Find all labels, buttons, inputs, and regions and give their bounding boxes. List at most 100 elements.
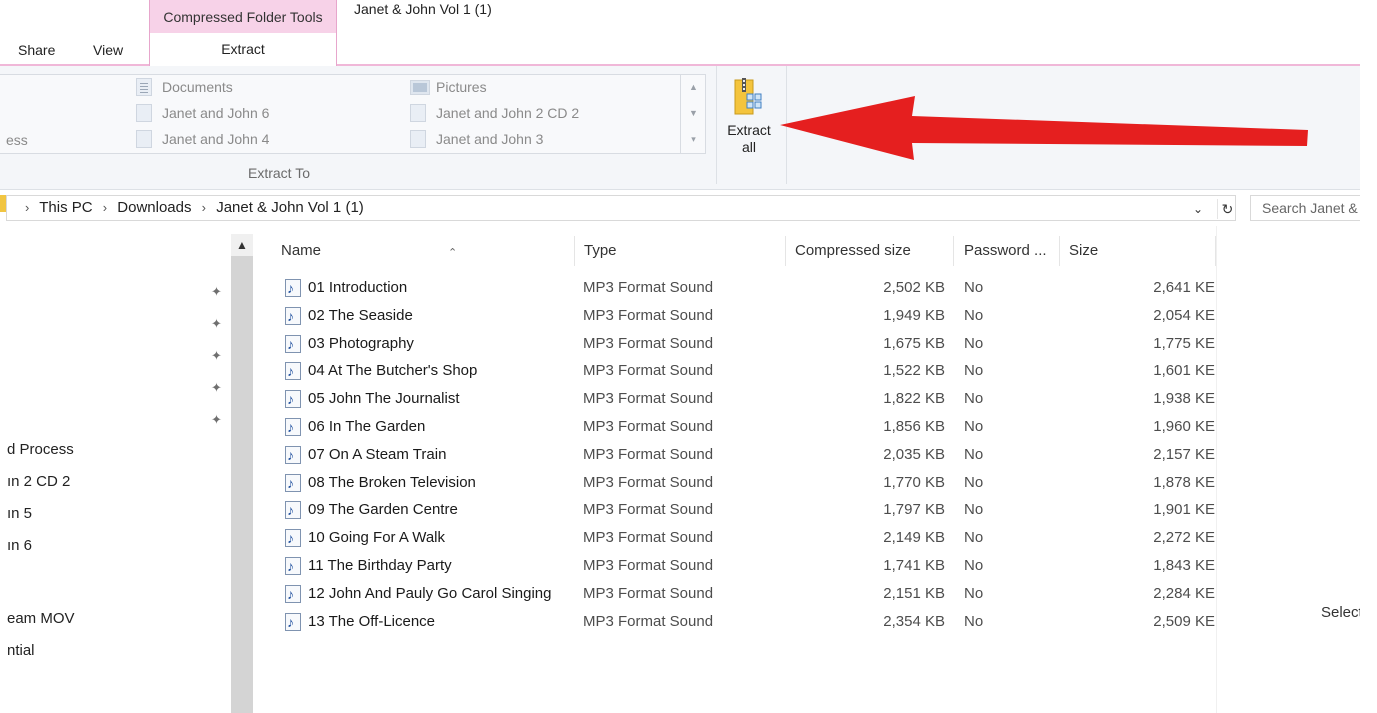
table-row[interactable]: 04 At The Butcher's Shop MP3 Format Sound… bbox=[281, 358, 1219, 385]
breadcrumb-this-pc[interactable]: This PC bbox=[39, 199, 92, 216]
file-size: 1,938 KE bbox=[1153, 390, 1215, 408]
pin-icon[interactable]: ✦ bbox=[211, 349, 225, 363]
file-type: MP3 Format Sound bbox=[583, 279, 714, 296]
table-row[interactable]: 09 The Garden Centre MP3 Format Sound 1,79… bbox=[281, 497, 1219, 524]
gallery-scroll-down-icon[interactable]: ▼ bbox=[681, 100, 706, 126]
file-size: 2,509 KE bbox=[1153, 612, 1215, 630]
pin-icon[interactable]: ✦ bbox=[211, 413, 225, 427]
file-type: MP3 Format Sound bbox=[583, 473, 714, 491]
address-box[interactable]: › This PC › Downloads › Janet & John Vol… bbox=[6, 195, 1236, 221]
file-name: 08 The Broken Television bbox=[308, 473, 476, 491]
chevron-right-icon[interactable]: › bbox=[103, 200, 107, 215]
file-size: 1,878 KE bbox=[1153, 473, 1215, 491]
chevron-right-icon[interactable]: › bbox=[25, 200, 29, 215]
file-size: 2,054 KE bbox=[1153, 306, 1215, 324]
extract-all-label: Extract all bbox=[727, 122, 771, 155]
sort-ascending-icon: ⌃ bbox=[448, 247, 458, 259]
table-row[interactable]: 13 The Off-Licence MP3 Format Sound 2,354 … bbox=[281, 609, 1219, 636]
nav-scrollbar[interactable]: ▲ bbox=[231, 234, 253, 713]
tab-share[interactable]: Share bbox=[18, 38, 55, 64]
table-row[interactable]: 02 The Seaside MP3 Format Sound 1,949 KB No… bbox=[281, 303, 1219, 330]
zip-folder-icon bbox=[734, 78, 762, 115]
file-type: MP3 Format Sound bbox=[583, 445, 714, 463]
pin-icon[interactable]: ✦ bbox=[211, 285, 225, 299]
file-name: 06 In The Garden bbox=[308, 418, 426, 435]
gallery-more-icon[interactable]: ▾ bbox=[681, 126, 706, 152]
compressed-folder-tools-label: Compressed Folder Tools bbox=[149, 0, 337, 33]
column-header-password[interactable]: Password ... bbox=[964, 236, 1047, 270]
nav-item[interactable]: ın 2 CD 2 bbox=[7, 473, 70, 490]
mp3-file-icon bbox=[285, 553, 301, 579]
documents-icon bbox=[136, 78, 152, 96]
mp3-file-icon bbox=[285, 275, 301, 301]
file-compressed-size: 2,149 KB bbox=[883, 529, 945, 547]
file-password: No bbox=[964, 334, 984, 352]
chevron-right-icon[interactable]: › bbox=[202, 200, 206, 215]
column-header-type[interactable]: Type bbox=[584, 236, 617, 270]
file-size: 1,960 KE bbox=[1153, 418, 1215, 435]
file-size: 1,601 KE bbox=[1153, 362, 1215, 380]
scroll-up-icon[interactable]: ▲ bbox=[231, 234, 253, 256]
file-compressed-size: 2,151 KB bbox=[883, 584, 945, 602]
nav-item[interactable]: ın 6 bbox=[7, 537, 32, 554]
details-message: Select bbox=[1321, 604, 1363, 621]
refresh-icon[interactable]: ↻ bbox=[1217, 199, 1237, 219]
file-type: MP3 Format Sound bbox=[583, 612, 714, 630]
mp3-file-icon bbox=[285, 609, 301, 635]
table-row[interactable]: 11 The Birthday Party MP3 Format Sound 1,7… bbox=[281, 553, 1219, 580]
column-header-compressed-size[interactable]: Compressed size bbox=[795, 236, 911, 270]
breadcrumb-downloads[interactable]: Downloads bbox=[117, 199, 191, 216]
file-type: MP3 Format Sound bbox=[583, 584, 714, 602]
nav-item[interactable]: d Process bbox=[7, 441, 74, 458]
file-password: No bbox=[964, 473, 984, 491]
details-pane: Select bbox=[1217, 226, 1363, 713]
file-compressed-size: 1,741 KB bbox=[883, 557, 945, 574]
tab-view[interactable]: View bbox=[93, 38, 123, 64]
search-box[interactable] bbox=[1250, 195, 1360, 221]
file-type: MP3 Format Sound bbox=[583, 334, 714, 352]
file-size: 2,641 KE bbox=[1153, 279, 1215, 296]
gallery-scroll-up-icon[interactable]: ▲ bbox=[681, 74, 706, 100]
breadcrumb-current-folder[interactable]: Janet & John Vol 1 (1) bbox=[216, 199, 364, 216]
file-size: 2,284 KE bbox=[1153, 584, 1215, 602]
file-password: No bbox=[964, 529, 984, 547]
extract-to-gallery: Documents Janet and John 6 Janet and Joh… bbox=[0, 74, 706, 154]
column-header-size[interactable]: Size bbox=[1069, 236, 1098, 270]
table-row[interactable]: 06 In The Garden MP3 Format Sound 1,856 KB… bbox=[281, 414, 1219, 441]
file-type: MP3 Format Sound bbox=[583, 362, 714, 380]
pin-icon[interactable]: ✦ bbox=[211, 317, 225, 331]
title-bar: Compressed Folder Tools Janet & John Vol… bbox=[0, 0, 1360, 66]
table-row[interactable]: 12 John And Pauly Go Carol Singing MP3 Fo… bbox=[281, 581, 1219, 608]
navigation-pane: ✦ ✦ ✦ ✦ ✦ d Process ın 2 CD 2 ın 5 ın 6 … bbox=[0, 226, 253, 713]
mp3-file-icon bbox=[285, 331, 301, 357]
table-row[interactable]: 07 On A Steam Train MP3 Format Sound 2,035… bbox=[281, 442, 1219, 469]
nav-item[interactable]: eam MOV bbox=[7, 610, 75, 627]
table-row[interactable]: 01 Introduction MP3 Format Sound 2,502 KB N… bbox=[281, 275, 1219, 302]
nav-item[interactable]: ntial bbox=[7, 642, 35, 659]
ribbon-cut-label: ess bbox=[6, 132, 28, 148]
extract-all-button[interactable]: Extract all bbox=[721, 74, 777, 156]
file-type: MP3 Format Sound bbox=[583, 390, 714, 408]
file-password: No bbox=[964, 612, 984, 630]
table-row[interactable]: 03 Photography MP3 Format Sound 1,675 KB No… bbox=[281, 331, 1219, 358]
pin-icon[interactable]: ✦ bbox=[211, 381, 225, 395]
file-name: 03 Photography bbox=[308, 334, 414, 352]
file-password: No bbox=[964, 279, 984, 296]
mp3-file-icon bbox=[285, 525, 301, 551]
table-row[interactable]: 05 John The Journalist MP3 Format Sound 1,… bbox=[281, 386, 1219, 413]
file-password: No bbox=[964, 306, 984, 324]
chevron-down-icon[interactable]: ⌄ bbox=[1189, 200, 1207, 218]
column-header-name[interactable]: Name ⌃ bbox=[281, 236, 573, 270]
search-input[interactable] bbox=[1251, 196, 1360, 220]
nav-item[interactable]: ın 5 bbox=[7, 505, 32, 522]
file-size: 1,775 KE bbox=[1153, 334, 1215, 352]
table-row[interactable]: 10 Going For A Walk MP3 Format Sound 2,149… bbox=[281, 525, 1219, 552]
file-name: 01 Introduction bbox=[308, 279, 408, 296]
folder-icon bbox=[136, 104, 152, 122]
tab-extract[interactable]: Extract bbox=[149, 33, 337, 66]
file-compressed-size: 2,502 KB bbox=[883, 279, 945, 296]
file-name: 12 John And Pauly Go Carol Singing bbox=[308, 584, 552, 602]
table-row[interactable]: 08 The Broken Television MP3 Format Sound… bbox=[281, 470, 1219, 497]
file-type: MP3 Format Sound bbox=[583, 529, 714, 547]
mp3-file-icon bbox=[285, 442, 301, 468]
